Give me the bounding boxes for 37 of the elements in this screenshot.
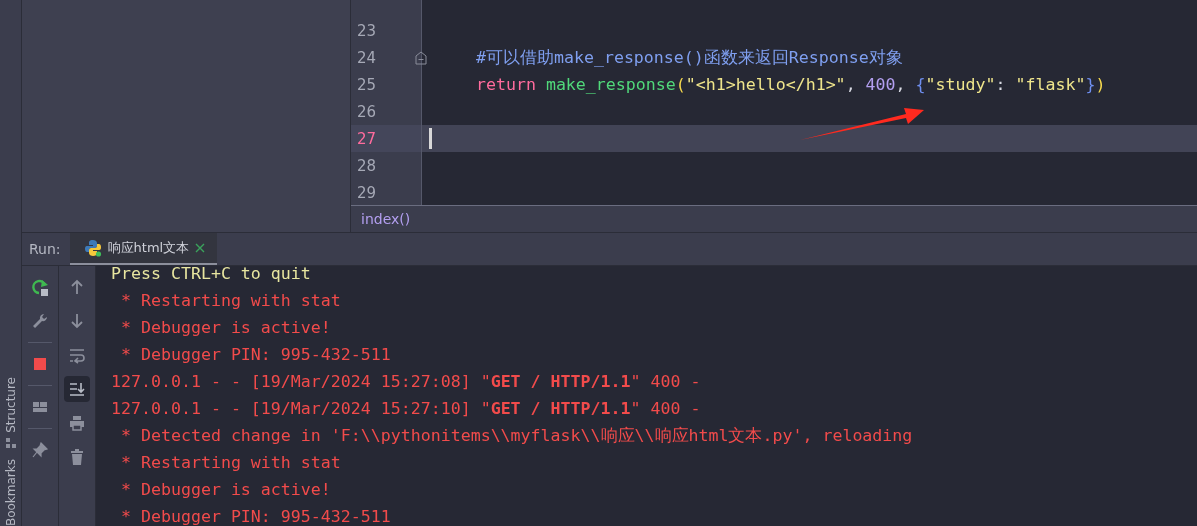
wrench-icon[interactable]	[31, 312, 49, 330]
console-line: * Debugger is active!	[120, 317, 332, 339]
console-line: * Restarting with stat	[120, 290, 342, 312]
print-icon[interactable]	[68, 414, 86, 432]
code-comment: #可以借助make_response()函数来返回Response对象	[475, 46, 903, 69]
side-tab[interactable]: Structure	[3, 377, 18, 449]
console-line: * Debugger PIN: 995-432-511	[120, 344, 392, 366]
close-icon[interactable]	[195, 243, 206, 253]
rerun-icon[interactable]	[31, 278, 49, 296]
text-caret	[429, 128, 432, 149]
run-tab[interactable]: 响应html文本	[69, 233, 218, 265]
down-arrow-icon[interactable]	[68, 312, 86, 330]
trash-icon[interactable]	[68, 448, 86, 466]
console-line: * Detected change in 'F:\\pythonitems\\myflask\\响应\\响应html文本.py', reloading	[120, 425, 914, 447]
code-line: return make_response("<h1>hello</h1>", 400, {"study": "flask"})	[475, 75, 1106, 94]
soft-wrap-icon[interactable]	[68, 346, 86, 364]
line-number: 25	[357, 75, 377, 94]
line-number: 24	[357, 48, 377, 67]
pin-icon[interactable]	[31, 441, 49, 459]
console-line: 127.0.0.1 - - [19/Mar/2024 15:27:10] "GET / HTTP/1.1" 400 -	[111, 398, 702, 420]
line-number: 26	[357, 102, 377, 121]
line-number: 28	[357, 156, 377, 175]
console-line: * Debugger is active!	[120, 479, 332, 501]
structure-icon	[4, 436, 17, 449]
console-line: 127.0.0.1 - - [19/Mar/2024 15:27:08] "GET / HTTP/1.1" 400 -	[111, 371, 702, 393]
line-number: 27	[357, 129, 377, 148]
console-line: * Restarting with stat	[120, 452, 342, 474]
line-number: 29	[357, 183, 377, 202]
python-icon	[83, 239, 102, 257]
fold-icon[interactable]	[415, 50, 427, 65]
side-tab[interactable]: Bookmarks	[3, 458, 18, 526]
stop-icon[interactable]	[31, 355, 49, 373]
breadcrumb[interactable]: index()	[361, 211, 411, 227]
line-number: 23	[357, 21, 377, 40]
run-label: Run:	[28, 241, 62, 257]
console-line: Press CTRL+C to quit	[111, 266, 312, 285]
console-line: * Debugger PIN: 995-432-511	[120, 506, 392, 526]
